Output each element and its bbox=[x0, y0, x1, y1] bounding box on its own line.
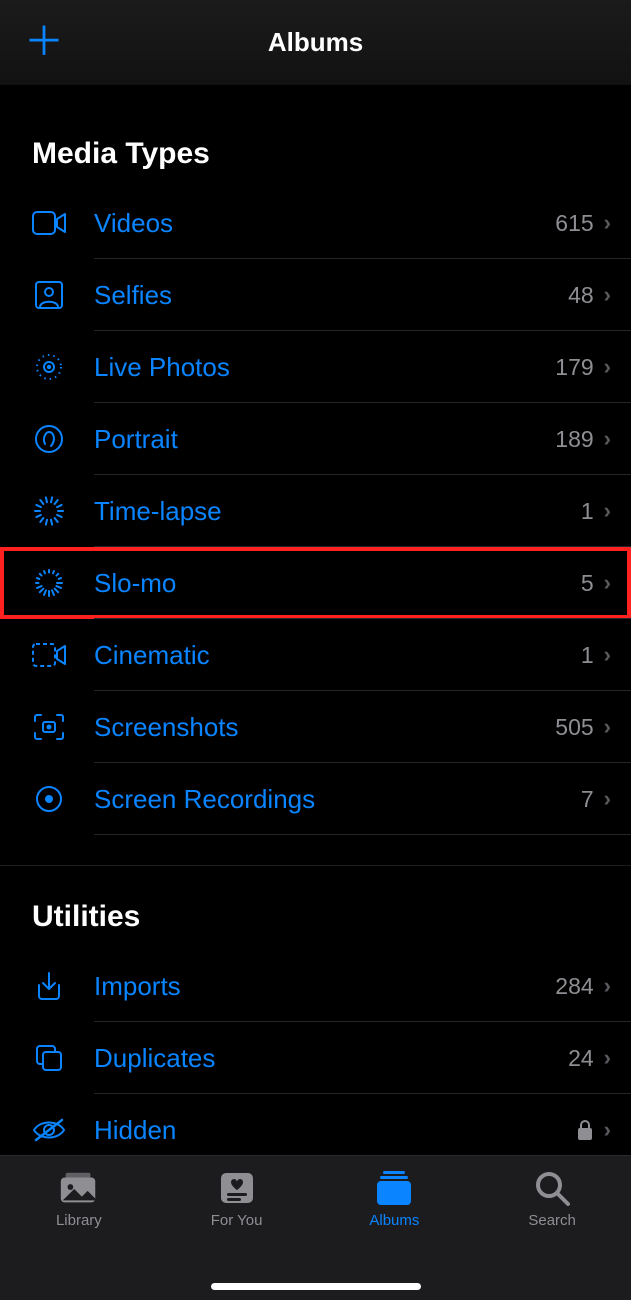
row-label: Screen Recordings bbox=[66, 784, 581, 815]
navbar: ＋ Albums bbox=[0, 0, 631, 85]
add-button[interactable]: ＋ bbox=[24, 22, 64, 62]
list-media-types: Videos615›Selfies48›Live Photos179›Portr… bbox=[0, 187, 631, 835]
row-label: Hidden bbox=[66, 1115, 576, 1146]
tab-label: Search bbox=[528, 1212, 576, 1229]
row-videos[interactable]: Videos615› bbox=[0, 187, 631, 259]
tab-for-you[interactable]: For You bbox=[158, 1168, 316, 1300]
page-title: Albums bbox=[268, 27, 363, 58]
row-label: Time-lapse bbox=[66, 496, 581, 527]
search-tab-icon bbox=[530, 1168, 574, 1208]
row-count: 284 bbox=[555, 973, 603, 1000]
row-imports[interactable]: Imports284› bbox=[0, 950, 631, 1022]
imports-icon bbox=[32, 969, 66, 1003]
row-label: Cinematic bbox=[66, 640, 581, 671]
chevron-right-icon: › bbox=[604, 973, 611, 999]
row-time-lapse[interactable]: Time-lapse1› bbox=[0, 475, 631, 547]
row-count: 7 bbox=[581, 786, 604, 813]
chevron-right-icon: › bbox=[604, 282, 611, 308]
chevron-right-icon: › bbox=[604, 570, 611, 596]
screen-recordings-icon bbox=[32, 782, 66, 816]
row-count: 179 bbox=[555, 354, 603, 381]
row-count: 48 bbox=[568, 282, 604, 309]
live-photos-icon bbox=[32, 350, 66, 384]
chevron-right-icon: › bbox=[604, 354, 611, 380]
row-portrait[interactable]: Portrait189› bbox=[0, 403, 631, 475]
chevron-right-icon: › bbox=[604, 642, 611, 668]
row-selfies[interactable]: Selfies48› bbox=[0, 259, 631, 331]
albums-tab-icon bbox=[372, 1168, 416, 1208]
section-header-media-types: Media Types bbox=[0, 103, 631, 187]
time-lapse-icon bbox=[32, 494, 66, 528]
row-label: Slo-mo bbox=[66, 568, 581, 599]
tab-library[interactable]: Library bbox=[0, 1168, 158, 1300]
tab-label: For You bbox=[211, 1212, 263, 1229]
section-header-utilities: Utilities bbox=[0, 865, 631, 950]
chevron-right-icon: › bbox=[604, 210, 611, 236]
row-count: 505 bbox=[555, 714, 603, 741]
hidden-icon bbox=[32, 1113, 66, 1147]
row-count: 615 bbox=[555, 210, 603, 237]
row-label: Live Photos bbox=[66, 352, 555, 383]
row-screenshots[interactable]: Screenshots505› bbox=[0, 691, 631, 763]
chevron-right-icon: › bbox=[604, 714, 611, 740]
row-label: Duplicates bbox=[66, 1043, 568, 1074]
library-tab-icon bbox=[57, 1168, 101, 1208]
home-indicator[interactable] bbox=[211, 1283, 421, 1290]
slo-mo-icon bbox=[32, 566, 66, 600]
row-count: 1 bbox=[581, 498, 604, 525]
list-utilities: Imports284›Duplicates24›Hidden› bbox=[0, 950, 631, 1166]
tab-label: Library bbox=[56, 1212, 102, 1229]
lock-icon bbox=[576, 1119, 604, 1141]
for-you-tab-icon bbox=[215, 1168, 259, 1208]
row-label: Videos bbox=[66, 208, 555, 239]
tab-search[interactable]: Search bbox=[473, 1168, 631, 1300]
row-count: 189 bbox=[555, 426, 603, 453]
chevron-right-icon: › bbox=[604, 1045, 611, 1071]
row-count: 5 bbox=[581, 570, 604, 597]
row-slo-mo[interactable]: Slo-mo5› bbox=[0, 547, 631, 619]
row-label: Portrait bbox=[66, 424, 555, 455]
screenshots-icon bbox=[32, 710, 66, 744]
plus-icon: ＋ bbox=[24, 20, 64, 64]
chevron-right-icon: › bbox=[604, 1117, 611, 1143]
row-label: Screenshots bbox=[66, 712, 555, 743]
row-screen-recordings[interactable]: Screen Recordings7› bbox=[0, 763, 631, 835]
selfies-icon bbox=[32, 278, 66, 312]
duplicates-icon bbox=[32, 1041, 66, 1075]
row-cinematic[interactable]: Cinematic1› bbox=[0, 619, 631, 691]
videos-icon bbox=[32, 206, 66, 240]
chevron-right-icon: › bbox=[604, 786, 611, 812]
portrait-icon bbox=[32, 422, 66, 456]
row-count: 1 bbox=[581, 642, 604, 669]
row-label: Imports bbox=[66, 971, 555, 1002]
tab-albums[interactable]: Albums bbox=[316, 1168, 474, 1300]
cinematic-icon bbox=[32, 638, 66, 672]
content: Media Types Videos615›Selfies48›Live Pho… bbox=[0, 103, 631, 1166]
tab-label: Albums bbox=[369, 1212, 419, 1229]
row-count: 24 bbox=[568, 1045, 604, 1072]
row-label: Selfies bbox=[66, 280, 568, 311]
row-duplicates[interactable]: Duplicates24› bbox=[0, 1022, 631, 1094]
row-live-photos[interactable]: Live Photos179› bbox=[0, 331, 631, 403]
tab-bar: Library For You Albums Search bbox=[0, 1155, 631, 1300]
chevron-right-icon: › bbox=[604, 426, 611, 452]
chevron-right-icon: › bbox=[604, 498, 611, 524]
